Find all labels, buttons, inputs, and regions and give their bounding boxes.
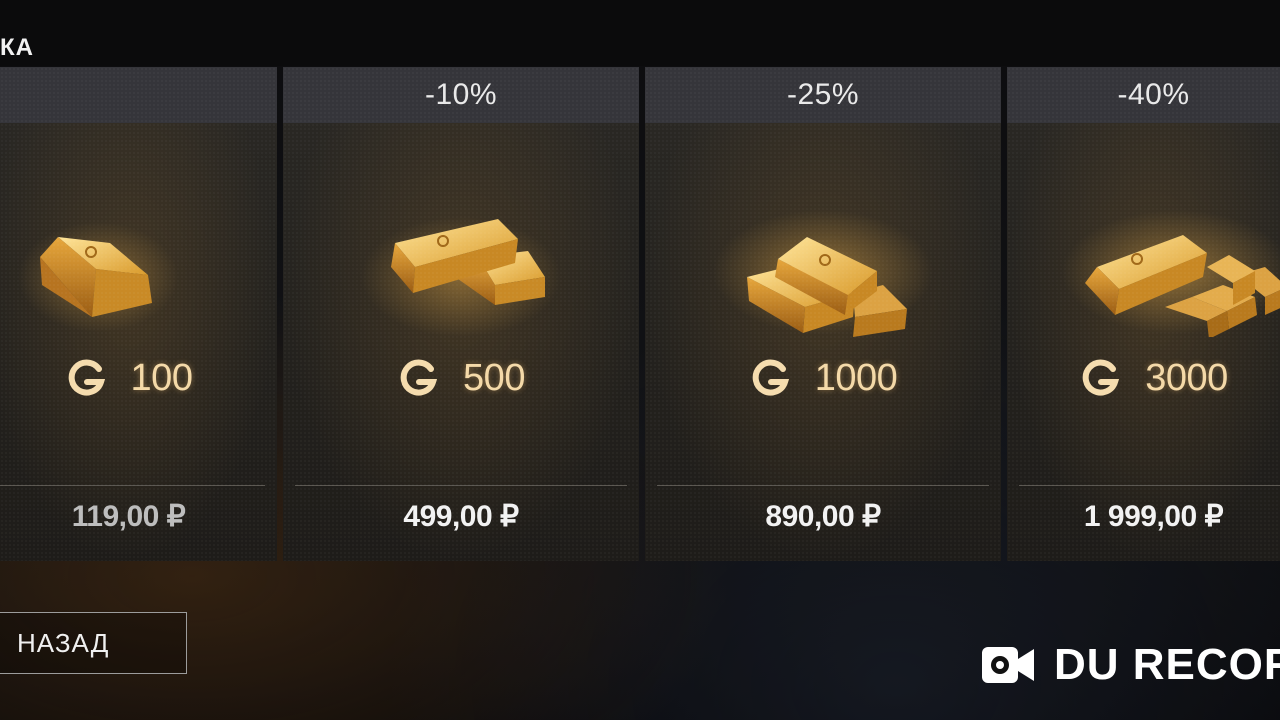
video-camera-icon [982, 647, 1034, 683]
gold-currency-g-icon [1082, 359, 1120, 396]
amount-row: 3000 [1007, 353, 1280, 403]
gold-bars-two-icon [283, 197, 639, 337]
back-button-label: НАЗАД [17, 627, 110, 658]
recorder-watermark: DU RECOF [980, 640, 1280, 690]
gold-amount: 100 [130, 356, 193, 399]
offer-card-1000[interactable]: -25% 1000 890,00 ₽ [645, 67, 1001, 561]
discount-label: -40% [1117, 78, 1190, 111]
gold-bars-pile-icon [1007, 197, 1280, 337]
gold-currency-g-icon [752, 359, 789, 396]
divider [0, 485, 265, 486]
gold-bar-single-icon [0, 197, 277, 337]
gold-amount: 500 [463, 356, 525, 399]
gold-currency-g-icon [68, 359, 105, 396]
price-label: 890,00 ₽ [765, 500, 881, 533]
top-bar [0, 0, 1280, 66]
discount-label: -10% [424, 78, 498, 111]
gold-currency-g-icon [400, 359, 438, 396]
amount-row: 100 [0, 353, 277, 403]
discount-label: -25% [786, 78, 860, 111]
gold-amount: 1000 [814, 356, 898, 399]
back-button[interactable]: НАЗАД [0, 612, 187, 674]
offer-header: -40% [1007, 67, 1280, 123]
price-label: 1 999,00 ₽ [1083, 500, 1224, 533]
page-title: КА [0, 34, 34, 61]
offer-header [0, 67, 277, 123]
divider [1019, 485, 1280, 486]
offer-card-3000[interactable]: -40% 3000 1 999,00 ₽ [1007, 67, 1280, 561]
gold-amount: 3000 [1145, 356, 1228, 399]
divider [657, 485, 989, 486]
divider [295, 485, 627, 486]
amount-row: 500 [283, 353, 639, 403]
offer-card-500[interactable]: -10% 500 499,00 ₽ [283, 67, 639, 561]
gold-bars-stack-icon [645, 197, 1001, 337]
price-label: 499,00 ₽ [403, 500, 519, 533]
amount-row: 1000 [645, 353, 1001, 403]
watermark-text: DU RECOF [1054, 640, 1280, 689]
offer-header: -10% [283, 67, 639, 123]
offer-card-100[interactable]: 100 119,00 ₽ [0, 67, 277, 561]
price-label: 119,00 ₽ [71, 500, 186, 533]
offer-header: -25% [645, 67, 1001, 123]
